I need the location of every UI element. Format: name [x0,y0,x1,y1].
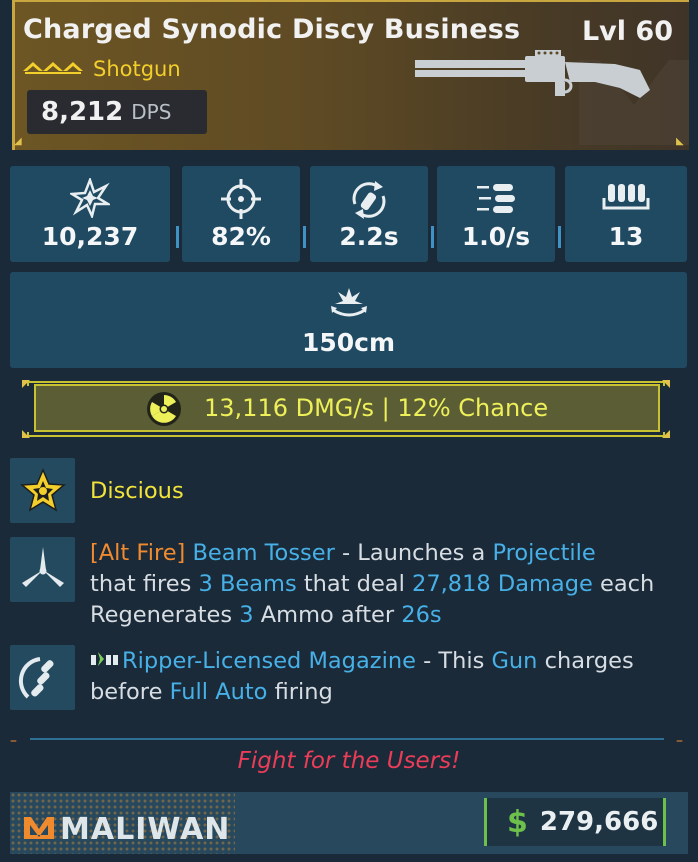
perk-text-run: firing [267,679,333,705]
stat-accuracy: 82% [182,166,300,262]
price-display: $ 279,666 [484,798,666,846]
perk-text-run: that deal [296,571,412,597]
stat-divider [431,226,434,248]
stat-value: 13 [608,222,644,251]
stat-damage: 10,237 [10,166,170,262]
stat-value: 10,237 [41,222,139,251]
perk-name: Beam Tosser [192,540,335,566]
corner-marker-icon: ◢ [676,136,684,147]
item-name: Charged Synodic Discy Business [23,14,521,45]
magazine-ammo-icon [602,178,650,220]
item-level: Lvl 60 [581,16,673,47]
perk-line: that fires 3 Beams that deal 27,818 Dama… [90,569,690,600]
item-header: Charged Synodic Discy Business Lvl 60 Sh… [12,0,689,150]
stat-value: 2.2s [339,222,399,251]
stat-divider [176,226,179,248]
shotgun-icon [415,50,655,114]
perk-keyword: 27,818 Damage [412,571,593,597]
manufacturer-brand: MALIWAN [24,812,230,847]
maliwan-logo-icon [24,815,54,845]
fire-rate-icon [473,178,519,222]
flavor-text: Fight for the Users! [237,748,461,774]
perk-beam-tosser: [Alt Fire] Beam Tosser - Launches a Proj… [90,538,690,631]
reload-time-icon [347,178,391,226]
dps-value: 8,212 [41,97,124,127]
item-card: Charged Synodic Discy Business Lvl 60 Sh… [0,0,698,862]
perk-line: before Full Auto firing [90,677,690,708]
perk-icon-frame [10,645,75,710]
perk-ripper-magazine: Ripper-Licensed Magazine - This Gun char… [90,646,690,708]
weapon-type-row: Shotgun [23,56,181,82]
separator-tick: – [10,733,17,749]
perk-icon-frame [10,537,75,602]
perk-keyword: 3 Beams [198,571,297,597]
perk-text-run: - This [415,648,492,674]
perk-text-run: - Launches a [334,540,493,566]
perk-line: Regenerates 3 Ammo after 26s [90,600,690,631]
separator-line [30,738,664,740]
perk-line: Ripper-Licensed Magazine - This Gun char… [90,646,690,677]
elemental-panel: 13,116 DMG/s | 12% Chance [34,384,660,432]
alt-fire-blades-icon [16,543,70,601]
legendary-chevrons-icon [23,59,85,79]
elemental-bar: 13,116 DMG/s | 12% Chance [22,380,670,438]
perk-text-run: that fires [90,571,199,597]
stat-value: 1.0/s [461,222,531,251]
perk-name: Ripper-Licensed Magazine [122,648,416,674]
elemental-text: 13,116 DMG/s | 12% Chance [204,394,549,422]
perk-text-run: Ammo after [253,602,402,628]
separator-tick: – [676,733,683,749]
perk-tag: [Alt Fire] [90,540,186,566]
stat-divider [303,226,306,248]
discious-star-icon [20,468,66,518]
stat-reload: 2.2s [310,166,428,262]
perk-keyword: 26s [401,602,442,628]
stat-divider [558,226,561,248]
dps-unit: DPS [131,100,172,124]
perk-text-run: Regenerates [90,602,240,628]
dps-display: 8,212 DPS [27,90,207,134]
damage-burst-icon [67,176,113,222]
manufacturer-name: MALIWAN [60,812,231,847]
perk-text-run: before [90,679,170,705]
perk-keyword: 3 [239,602,254,628]
perk-keyword: Projectile [492,540,596,566]
stat-splash-radius: 150cm [10,272,687,368]
perk-line: [Alt Fire] Beam Tosser - Launches a Proj… [90,538,690,569]
corner-marker-icon: ◢ [14,136,22,147]
item-footer: MALIWAN $ 279,666 [10,792,688,854]
perk-keyword: Full Auto [169,679,268,705]
perk-text-run: each [592,571,655,597]
price-value: 279,666 [539,807,659,837]
rarity-stripe [15,0,689,2]
crosshair-accuracy-icon [220,178,262,224]
ripper-logo-icon [90,646,120,677]
perk-discious: Discious [90,476,184,507]
magazine-bullets-icon [18,653,68,707]
stat-magazine: 13 [565,166,687,262]
currency-icon: $ [507,804,528,840]
perk-icon-frame [10,458,75,523]
weapon-type: Shotgun [93,57,181,81]
perk-name: Discious [90,478,184,504]
perk-keyword: Gun [491,648,538,674]
radiation-icon [146,391,182,431]
perk-text-run: charges [537,648,634,674]
stat-fire-rate: 1.0/s [437,166,555,262]
stat-value: 150cm [301,328,396,357]
splash-radius-icon [327,284,371,326]
stat-value: 82% [211,222,271,251]
